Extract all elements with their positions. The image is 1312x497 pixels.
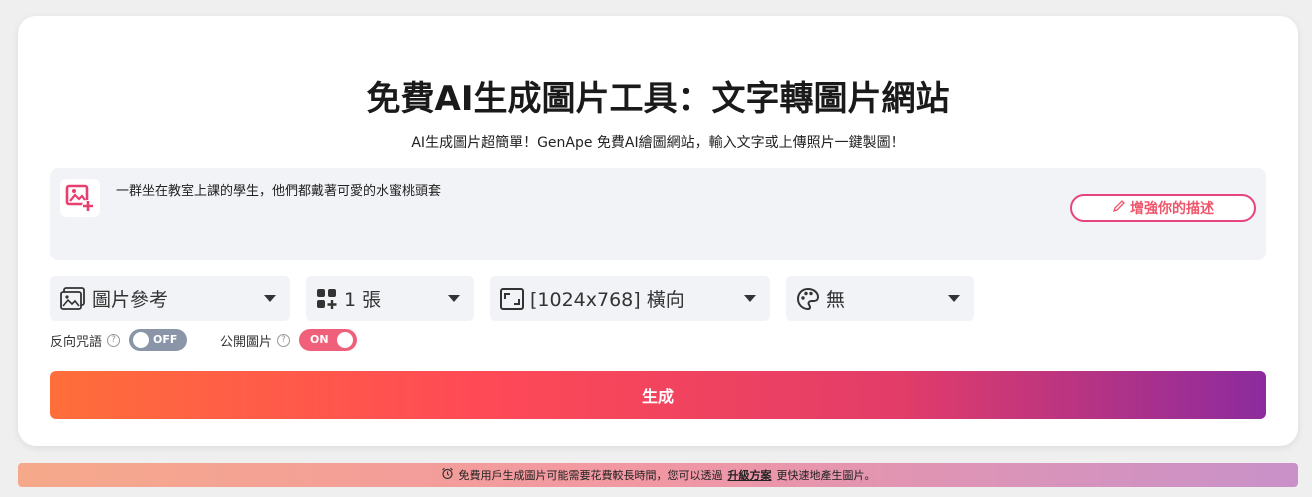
- negative-prompt-label: 反向咒語: [50, 334, 103, 350]
- palette-icon: [796, 287, 820, 311]
- image-reference-label: 圖片參考: [92, 289, 169, 311]
- page-subtitle: AI生成圖片超簡單！GenApe 免費AI繪圖網站，輸入文字或上傳照片一鍵製圖！: [411, 135, 905, 151]
- prompt-input-area[interactable]: 一群坐在教室上課的學生，他們都戴著可愛的水蜜桃頭套 增強你的描述: [50, 168, 1266, 260]
- image-count-dropdown[interactable]: 1 張: [306, 276, 474, 321]
- image-count-label: 1 張: [344, 289, 382, 311]
- switch-knob: [133, 332, 150, 348]
- prompt-text[interactable]: 一群坐在教室上課的學生，他們都戴著可愛的水蜜桃頭套: [116, 180, 441, 199]
- chevron-down-icon: [948, 295, 960, 302]
- image-gallery-icon: [60, 286, 86, 311]
- public-image-label: 公開圖片: [220, 334, 273, 350]
- public-image-switch[interactable]: ON: [299, 329, 358, 351]
- chevron-down-icon: [264, 295, 276, 302]
- generate-button[interactable]: 生成: [50, 371, 1266, 419]
- switch-knob: [337, 332, 354, 348]
- public-image-toggle-row: 公開圖片 ? ON: [220, 329, 358, 351]
- switch-state: OFF: [153, 333, 178, 346]
- style-label: 無: [826, 289, 846, 311]
- enhance-description-button[interactable]: 增強你的描述: [1070, 194, 1256, 222]
- alarm-icon: [441, 467, 454, 483]
- page-title: 免費AI生成圖片工具：文字轉圖片網站: [366, 79, 950, 119]
- pencil-icon: [1112, 199, 1126, 217]
- notice-text: 免費用戶生成圖片可能需要花費較長時間，您可以透過: [458, 469, 723, 482]
- upgrade-plan-link[interactable]: 升級方案: [728, 467, 772, 483]
- switch-state: ON: [310, 333, 329, 346]
- upgrade-notice: 免費用戶生成圖片可能需要花費較長時間，您可以透過 升級方案 更快速地產生圖片。: [18, 463, 1298, 487]
- style-dropdown[interactable]: 無: [786, 276, 974, 321]
- chevron-down-icon: [744, 295, 756, 302]
- chevron-down-icon: [448, 295, 460, 302]
- image-add-icon[interactable]: [60, 179, 100, 217]
- enhance-description-label: 增強你的描述: [1130, 201, 1214, 217]
- negative-prompt-toggle-row: 反向咒語 ? OFF: [50, 329, 188, 351]
- notice-text-end: 更快速地產生圖片。: [776, 469, 876, 482]
- generator-card: 免費AI生成圖片工具：文字轉圖片網站 AI生成圖片超簡單！GenApe 免費AI…: [18, 16, 1298, 446]
- image-size-label: [1024x768] 橫向: [530, 289, 685, 311]
- image-reference-dropdown[interactable]: 圖片參考: [50, 276, 290, 321]
- image-size-dropdown[interactable]: [1024x768] 橫向: [490, 276, 770, 321]
- negative-prompt-switch[interactable]: OFF: [129, 329, 188, 351]
- grid-add-icon: [316, 288, 338, 310]
- aspect-ratio-icon: [500, 287, 524, 310]
- help-icon[interactable]: ?: [107, 333, 121, 347]
- help-icon[interactable]: ?: [277, 333, 291, 347]
